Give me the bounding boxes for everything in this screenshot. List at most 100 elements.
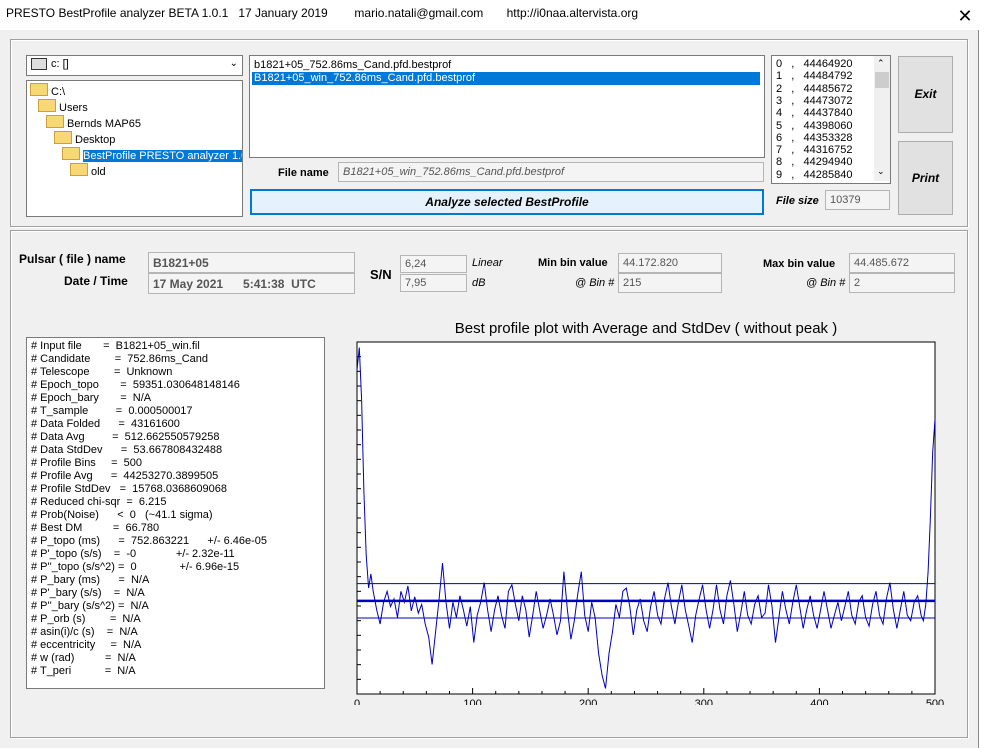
bin-list-item[interactable]: 0 , 44464920 bbox=[774, 58, 852, 71]
folder-label: old bbox=[91, 166, 106, 178]
info-line: # P'_bary (s/s) = N/A bbox=[31, 587, 145, 599]
info-line: # P_bary (ms) = N/A bbox=[31, 574, 150, 586]
bin-list-item[interactable]: 7 , 44316752 bbox=[774, 144, 852, 157]
pulsar-name-field: B1821+05 bbox=[148, 252, 355, 273]
folder-item[interactable]: Bernds MAP65 bbox=[46, 115, 141, 130]
info-line: # Data Avg = 512.662550579258 bbox=[31, 431, 220, 443]
folder-item[interactable]: BestProfile PRESTO analyzer 1.0.1.e bbox=[62, 147, 242, 162]
max-bin-label: Max bin value bbox=[763, 258, 836, 270]
close-button[interactable]: ✕ bbox=[950, 4, 980, 28]
file-list-item[interactable]: b1821+05_752.86ms_Cand.pfd.bestprof bbox=[252, 59, 760, 72]
pulsar-name-label: Pulsar ( file ) name bbox=[19, 252, 126, 266]
info-line: # P''_bary (s/s^2) = N/A bbox=[31, 600, 149, 612]
folder-label: C:\ bbox=[51, 86, 66, 98]
info-line: # Telescope = Unknown bbox=[31, 366, 173, 378]
file-size-label: File size bbox=[776, 195, 819, 207]
bin-list-item[interactable]: 3 , 44473072 bbox=[774, 95, 852, 108]
folder-label: BestProfile PRESTO analyzer 1.0.1.e bbox=[83, 150, 242, 162]
drive-icon bbox=[31, 58, 47, 70]
info-line: # Prob(Noise) < 0 (~41.1 sigma) bbox=[31, 509, 213, 521]
info-line: # P''_topo (s/s^2) = 0 +/- 6.96e-15 bbox=[31, 561, 240, 573]
x-tick-label: 300 bbox=[695, 698, 713, 705]
sn-db-field: 7,95 bbox=[400, 274, 467, 292]
info-line: # T_peri = N/A bbox=[31, 665, 136, 677]
max-bin-bin-field: 2 bbox=[849, 273, 955, 293]
folder-icon bbox=[38, 99, 56, 112]
drive-value: c: [] bbox=[51, 58, 69, 70]
file-name-label: File name bbox=[278, 167, 329, 179]
max-bin-bin-label: @ Bin # bbox=[806, 277, 846, 289]
x-tick-label: 0 bbox=[354, 698, 360, 705]
min-bin-bin-field: 215 bbox=[618, 273, 722, 293]
min-bin-label: Min bin value bbox=[538, 257, 608, 269]
folder-icon bbox=[30, 83, 48, 96]
min-bin-bin-label: @ Bin # bbox=[575, 277, 615, 289]
folder-icon bbox=[54, 131, 72, 144]
info-line: # asin(i)/c (s) = N/A bbox=[31, 626, 138, 638]
x-tick-label: 500 bbox=[926, 698, 944, 705]
min-bin-field: 44.172.820 bbox=[618, 253, 722, 273]
bestprof-info-box: # Input file = B1821+05_win.fil # Candida… bbox=[26, 337, 325, 689]
folder-item[interactable]: old bbox=[70, 163, 106, 178]
plot-area bbox=[356, 341, 936, 695]
sn-label: S/N bbox=[370, 267, 392, 282]
bin-list-item[interactable]: 1 , 44484792 bbox=[774, 70, 852, 83]
sn-linear-field: 6,24 bbox=[400, 255, 467, 273]
info-line: # Epoch_bary = N/A bbox=[31, 392, 152, 404]
info-line: # P'_topo (s/s) = -0 +/- 2.32e-11 bbox=[31, 548, 235, 560]
drive-combobox[interactable]: c: [] ⌄ bbox=[26, 55, 243, 76]
x-tick-label: 100 bbox=[463, 698, 481, 705]
folder-item[interactable]: Desktop bbox=[54, 131, 116, 146]
sn-db-label: dB bbox=[472, 277, 486, 289]
file-name-field[interactable]: B1821+05_win_752.86ms_Cand.pfd.bestprof bbox=[338, 162, 764, 182]
info-line: # Profile Bins = 500 bbox=[31, 457, 142, 469]
file-list[interactable]: b1821+05_752.86ms_Cand.pfd.bestprof B1821… bbox=[249, 55, 765, 158]
file-list-item[interactable]: B1821+05_win_752.86ms_Cand.pfd.bestprof bbox=[252, 72, 760, 85]
folder-tree[interactable]: C:\ Users Bernds MAP65 Desktop BestProfile P… bbox=[26, 80, 243, 217]
chart-title: Best profile plot with Average and StdDe… bbox=[455, 320, 837, 337]
scroll-thumb[interactable] bbox=[875, 72, 889, 88]
bin-list-item[interactable]: 8 , 44294940 bbox=[774, 156, 852, 169]
scroll-up-icon[interactable]: ⌃ bbox=[877, 58, 885, 69]
info-line: # Data Folded = 43161600 bbox=[31, 418, 180, 430]
chevron-down-icon[interactable]: ⌄ bbox=[230, 58, 238, 69]
info-line: # eccentricity = N/A bbox=[31, 639, 142, 651]
bins-scrollbar[interactable]: ⌃ ⌄ bbox=[874, 56, 890, 181]
bin-list-item[interactable]: 9 , 44285840 bbox=[774, 169, 852, 182]
bin-list-item[interactable]: 5 , 44398060 bbox=[774, 120, 852, 133]
print-button[interactable]: Print bbox=[898, 141, 953, 215]
exit-button[interactable]: Exit bbox=[898, 56, 953, 133]
folder-icon bbox=[62, 147, 80, 160]
client-area: c: [] ⌄ C:\ Users Bernds MAP65 Desktop BestP… bbox=[0, 30, 979, 748]
folder-icon bbox=[70, 163, 88, 176]
bin-list-item[interactable]: 4 , 44437840 bbox=[774, 107, 852, 120]
info-line: # Best DM = 66.780 bbox=[31, 522, 160, 534]
info-line: # Reduced chi-sqr = 6.215 bbox=[31, 496, 167, 508]
folder-item[interactable]: Users bbox=[38, 99, 88, 114]
info-line: # Candidate = 752.86ms_Cand bbox=[31, 353, 209, 365]
info-line: # P_orb (s) = N/A bbox=[31, 613, 141, 625]
info-line: # Profile Avg = 44253270.3899505 bbox=[31, 470, 219, 482]
analyze-button[interactable]: Analyze selected BestProfile bbox=[250, 189, 764, 215]
x-tick-label: 400 bbox=[810, 698, 828, 705]
window-title: PRESTO BestProfile analyzer BETA 1.0.1 1… bbox=[6, 6, 639, 20]
info-line: # T_sample = 0.000500017 bbox=[31, 405, 193, 417]
folder-label: Bernds MAP65 bbox=[67, 118, 141, 130]
scroll-down-icon[interactable]: ⌄ bbox=[877, 166, 885, 177]
date-time-label: Date / Time bbox=[64, 274, 128, 288]
sn-linear-label: Linear bbox=[472, 257, 503, 269]
info-line: # w (rad) = N/A bbox=[31, 652, 136, 664]
info-line: # P_topo (ms) = 752.863221 +/- 6.46e-05 bbox=[31, 535, 268, 547]
info-line: # Input file = B1821+05_win.fil bbox=[31, 340, 200, 352]
file-size-field: 10379 bbox=[825, 190, 890, 210]
date-time-field: 17 May 2021 5:41:38 UTC bbox=[148, 273, 355, 294]
folder-label: Users bbox=[59, 102, 88, 114]
bin-list-item[interactable]: 6 , 44353328 bbox=[774, 132, 852, 145]
folder-icon bbox=[46, 115, 64, 128]
max-bin-field: 44.485.672 bbox=[849, 253, 955, 273]
folder-item[interactable]: C:\ bbox=[30, 83, 66, 98]
profile-chart: Best profile plot with Average and StdDe… bbox=[354, 320, 944, 705]
bins-list[interactable]: 0 , 44464920 1 , 44484792 2 , 44485672 3 , … bbox=[771, 55, 891, 184]
bin-list-item[interactable]: 2 , 44485672 bbox=[774, 83, 852, 96]
folder-label: Desktop bbox=[75, 134, 116, 146]
